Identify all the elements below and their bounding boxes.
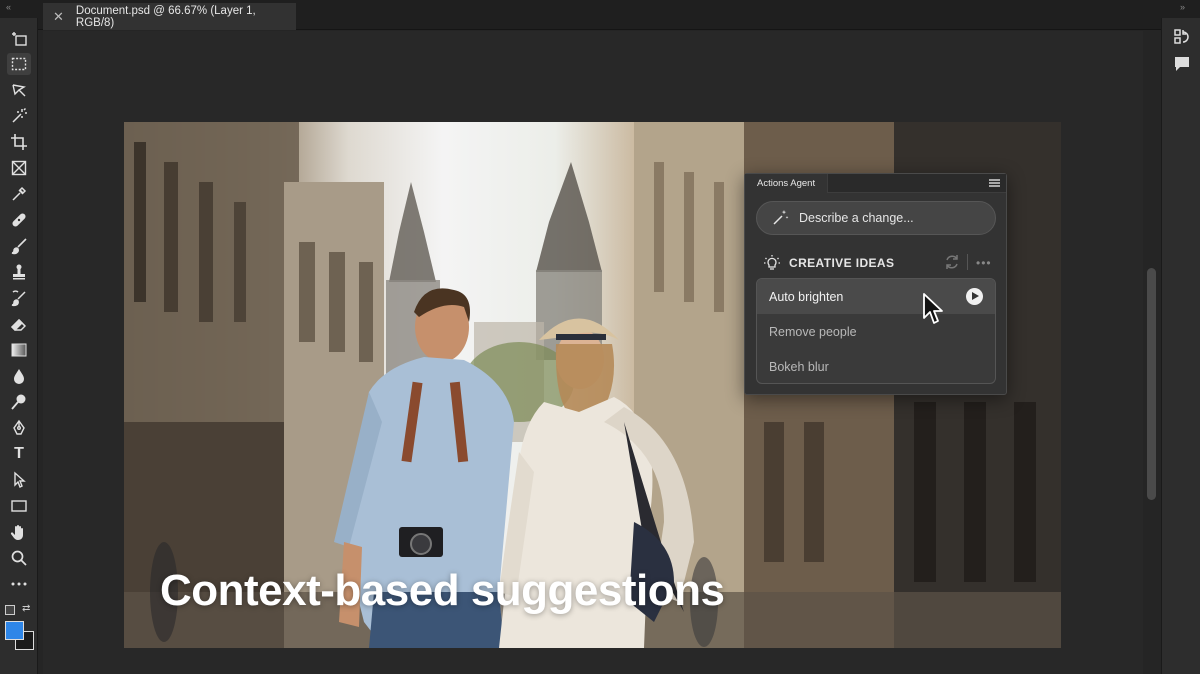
eraser-tool-icon[interactable]	[7, 313, 31, 335]
healing-brush-tool-icon[interactable]	[7, 209, 31, 231]
clone-stamp-tool-icon[interactable]	[7, 261, 31, 283]
tools-panel: T ⇄	[0, 18, 38, 674]
mouse-cursor-icon	[923, 293, 943, 324]
idea-label: Bokeh blur	[769, 359, 829, 374]
refresh-icon[interactable]	[943, 253, 961, 271]
path-selection-tool-icon[interactable]	[7, 469, 31, 491]
rectangle-tool-icon[interactable]	[7, 495, 31, 517]
brush-tool-icon[interactable]	[7, 235, 31, 257]
zoom-tool-icon[interactable]	[7, 547, 31, 569]
canvas-vertical-scrollbar[interactable]	[1147, 268, 1156, 500]
artboard-tool-icon[interactable]	[7, 27, 31, 49]
document-tab-title: Document.psd @ 66.67% (Layer 1, RGB/8)	[75, 4, 256, 29]
more-tools-icon[interactable]	[7, 573, 31, 595]
dodge-tool-icon[interactable]	[7, 391, 31, 413]
creative-ideas-heading: CREATIVE IDEAS	[763, 254, 894, 272]
more-options-icon[interactable]: •••	[976, 256, 992, 270]
header-divider	[967, 254, 968, 270]
right-panel-dock	[1161, 18, 1200, 674]
lasso-tool-icon[interactable]	[7, 79, 31, 101]
collapse-right-icon[interactable]: »	[1180, 2, 1185, 12]
play-icon[interactable]	[966, 288, 983, 305]
crop-tool-icon[interactable]	[7, 131, 31, 153]
describe-change-placeholder: Describe a change...	[799, 211, 914, 225]
lightbulb-icon	[764, 255, 780, 270]
video-caption: Context-based suggestions	[160, 566, 725, 615]
actions-agent-tab[interactable]: Actions Agent	[745, 174, 829, 193]
default-colors-icon[interactable]	[5, 605, 15, 615]
blur-tool-icon[interactable]	[7, 365, 31, 387]
hand-tool-icon[interactable]	[7, 521, 31, 543]
idea-auto-brighten[interactable]: Auto brighten	[757, 279, 995, 314]
frame-tool-icon[interactable]	[7, 157, 31, 179]
gradient-tool-icon[interactable]	[7, 339, 31, 361]
actions-agent-panel: Actions Agent Describe a change... CREAT…	[744, 173, 1007, 395]
magic-wand-tool-icon[interactable]	[7, 105, 31, 127]
document-tab[interactable]: ✕ Document.psd @ 66.67% (Layer 1, RGB/8)	[43, 3, 296, 30]
history-icon[interactable]	[1173, 28, 1191, 46]
comments-icon[interactable]	[1173, 55, 1191, 73]
swap-colors-icon[interactable]: ⇄	[22, 603, 30, 614]
pen-tool-icon[interactable]	[7, 417, 31, 439]
document-tab-bar: « ✕ Document.psd @ 66.67% (Layer 1, RGB/…	[0, 0, 1200, 30]
foreground-color-swatch[interactable]	[5, 621, 24, 640]
photoshop-window: « ✕ Document.psd @ 66.67% (Layer 1, RGB/…	[0, 0, 1200, 674]
rectangular-marquee-tool-icon[interactable]	[7, 53, 31, 75]
history-brush-tool-icon[interactable]	[7, 287, 31, 309]
eyedropper-tool-icon[interactable]	[7, 183, 31, 205]
creative-ideas-list: Auto brighten Remove people Bokeh blur	[756, 278, 996, 384]
idea-bokeh-blur[interactable]: Bokeh blur	[757, 349, 995, 383]
collapse-left-icon[interactable]: «	[6, 2, 11, 12]
panel-menu-icon[interactable]	[989, 179, 1000, 187]
actions-agent-header: Actions Agent	[745, 174, 1006, 193]
close-tab-icon[interactable]: ✕	[53, 9, 64, 25]
idea-label: Auto brighten	[769, 289, 844, 304]
creative-ideas-label: CREATIVE IDEAS	[789, 256, 895, 270]
describe-change-input[interactable]: Describe a change...	[756, 201, 996, 235]
idea-label: Remove people	[769, 324, 857, 339]
magic-wand-icon	[773, 210, 789, 225]
idea-remove-people[interactable]: Remove people	[757, 314, 995, 349]
type-tool-icon[interactable]: T	[7, 443, 31, 465]
